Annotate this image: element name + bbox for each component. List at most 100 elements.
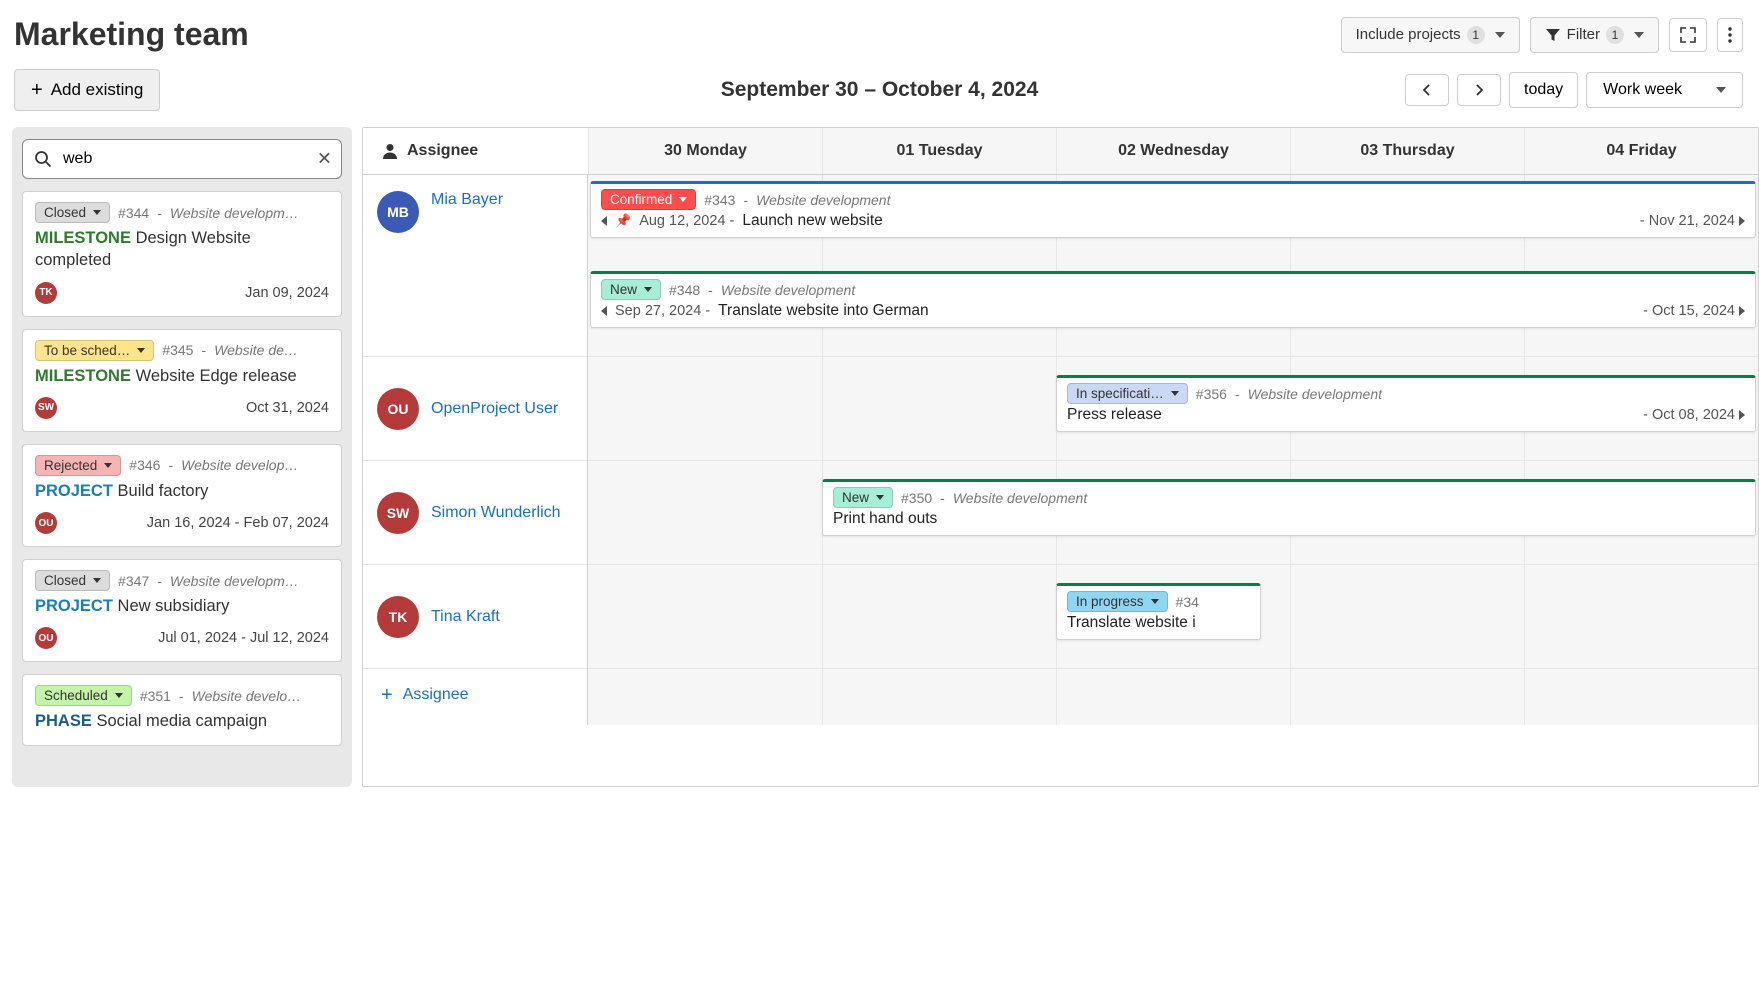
card-title: MILESTONE Website Edge release [35,365,329,387]
task-start-date: Aug 12, 2024 - [639,213,734,229]
filter-icon [1545,27,1561,43]
card-type: MILESTONE [35,229,131,247]
date-nav: today Work week [1405,72,1743,108]
extend-left-icon [601,216,607,226]
card-project: Website develo… [192,688,329,704]
task-id: #348 [669,282,700,298]
card-type: PROJECT [35,482,113,500]
timeline-row[interactable]: In specificati… #356 - Website developme… [588,357,1758,461]
extend-right-icon [1739,216,1745,226]
include-projects-button[interactable]: Include projects 1 [1341,17,1520,53]
task-bar[interactable]: New #350 - Website development Print han… [822,479,1756,536]
filter-button[interactable]: Filter 1 [1530,17,1659,53]
status-pill[interactable]: Confirmed [601,189,696,210]
backlog-card[interactable]: Rejected #346 - Website develop… PROJECT… [22,444,342,547]
extend-right-icon [1739,306,1745,316]
chevron-down-icon [93,578,101,583]
arrow-left-icon [1420,83,1434,97]
assignee-cell[interactable]: SW Simon Wunderlich [363,461,587,565]
column-header-day: 03 Thursday [1290,128,1524,174]
include-projects-count-badge: 1 [1467,26,1485,44]
task-title: Translate website i [1067,614,1196,632]
timeline-row[interactable]: New #350 - Website development Print han… [588,461,1758,565]
card-id: #347 [118,573,149,589]
task-end-date: - Nov 21, 2024 [1640,213,1745,229]
task-title: Press release [1067,406,1162,424]
task-bar[interactable]: In progress #34 Translate website i [1056,583,1261,640]
status-pill[interactable]: Closed [35,570,110,591]
avatar: SW [377,492,419,534]
assignee-cell[interactable]: OU OpenProject User [363,357,587,461]
status-pill[interactable]: To be sched… [35,340,154,361]
status-pill[interactable]: Scheduled [35,685,132,706]
chevron-down-icon [1716,87,1726,93]
search-input[interactable] [22,139,342,179]
card-project: Website developm… [170,573,329,589]
chevron-down-icon [93,210,101,215]
card-id: #344 [118,205,149,221]
card-title: MILESTONE Design Website completed [35,227,329,272]
backlog-card[interactable]: To be sched… #345 - Website de… MILESTON… [22,329,342,432]
timeline-row[interactable]: In progress #34 Translate website i [588,565,1758,669]
column-header-day: 04 Friday [1524,128,1758,174]
page-title: Marketing team [14,16,249,53]
backlog-card[interactable]: Closed #347 - Website developm… PROJECT … [22,559,342,662]
header-actions: Include projects 1 Filter 1 [1341,17,1743,53]
task-id: #350 [901,490,932,506]
status-pill[interactable]: Rejected [35,455,121,476]
more-menu-button[interactable] [1717,18,1743,52]
status-pill[interactable]: New [601,279,661,300]
avatar: OU [377,388,419,430]
prev-button[interactable] [1405,74,1449,106]
card-title: PROJECT Build factory [35,480,329,502]
avatar: OU [35,512,57,534]
arrow-right-icon [1472,83,1486,97]
task-bar[interactable]: Confirmed #343 - Website development 📌 A… [590,181,1756,238]
task-title: Translate website into German [718,302,929,320]
assignee-cell[interactable]: MB Mia Bayer [363,175,587,357]
fullscreen-button[interactable] [1669,18,1707,52]
card-project: Website de… [214,342,329,358]
task-project: Website development [953,490,1087,506]
next-button[interactable] [1457,74,1501,106]
status-pill[interactable]: In specificati… [1067,383,1188,404]
status-pill[interactable]: New [833,487,893,508]
person-icon [381,142,399,160]
today-button[interactable]: today [1509,72,1578,108]
chevron-down-icon [1171,391,1179,396]
task-project: Website development [721,282,855,298]
team-planner: Assignee 30 Monday 01 Tuesday 02 Wednesd… [362,127,1759,787]
card-type: PROJECT [35,597,113,615]
task-end-date: - Oct 15, 2024 [1643,303,1745,319]
status-pill[interactable]: Closed [35,202,110,223]
view-mode-select[interactable]: Work week [1586,72,1743,108]
timeline-row[interactable]: Confirmed #343 - Website development 📌 A… [588,175,1758,357]
backlog-card[interactable]: Closed #344 - Website developm… MILESTON… [22,191,342,317]
filter-count-badge: 1 [1606,26,1624,44]
add-assignee-button[interactable]: + Assignee [363,669,587,721]
task-title: Launch new website [742,212,882,230]
card-type: MILESTONE [35,367,131,385]
add-existing-button[interactable]: + Add existing [14,69,160,111]
task-bar[interactable]: In specificati… #356 - Website developme… [1056,375,1756,432]
task-start-date: Sep 27, 2024 - [615,303,710,319]
card-project: Website develop… [181,457,329,473]
card-id: #346 [129,457,160,473]
assignee-name: OpenProject User [431,400,558,418]
assignee-cell[interactable]: TK Tina Kraft [363,565,587,669]
fullscreen-icon [1680,27,1696,43]
status-pill[interactable]: In progress [1067,591,1168,612]
card-project: Website developm… [170,205,329,221]
avatar: MB [377,191,419,233]
chevron-down-icon [876,495,884,500]
extend-right-icon [1739,410,1745,420]
task-id: #34 [1176,594,1199,610]
card-type: PHASE [35,712,92,730]
clear-search-icon[interactable]: ✕ [317,149,332,170]
backlog-panel: ✕ Closed #344 - Website developm… MILEST… [12,127,352,787]
task-bar[interactable]: New #348 - Website development Sep 27, 2… [590,271,1756,328]
assignee-name: Tina Kraft [431,608,500,626]
timeline-row-empty [588,669,1758,725]
backlog-card[interactable]: Scheduled #351 - Website develo… PHASE S… [22,674,342,745]
date-range-title: September 30 – October 4, 2024 [721,78,1039,102]
